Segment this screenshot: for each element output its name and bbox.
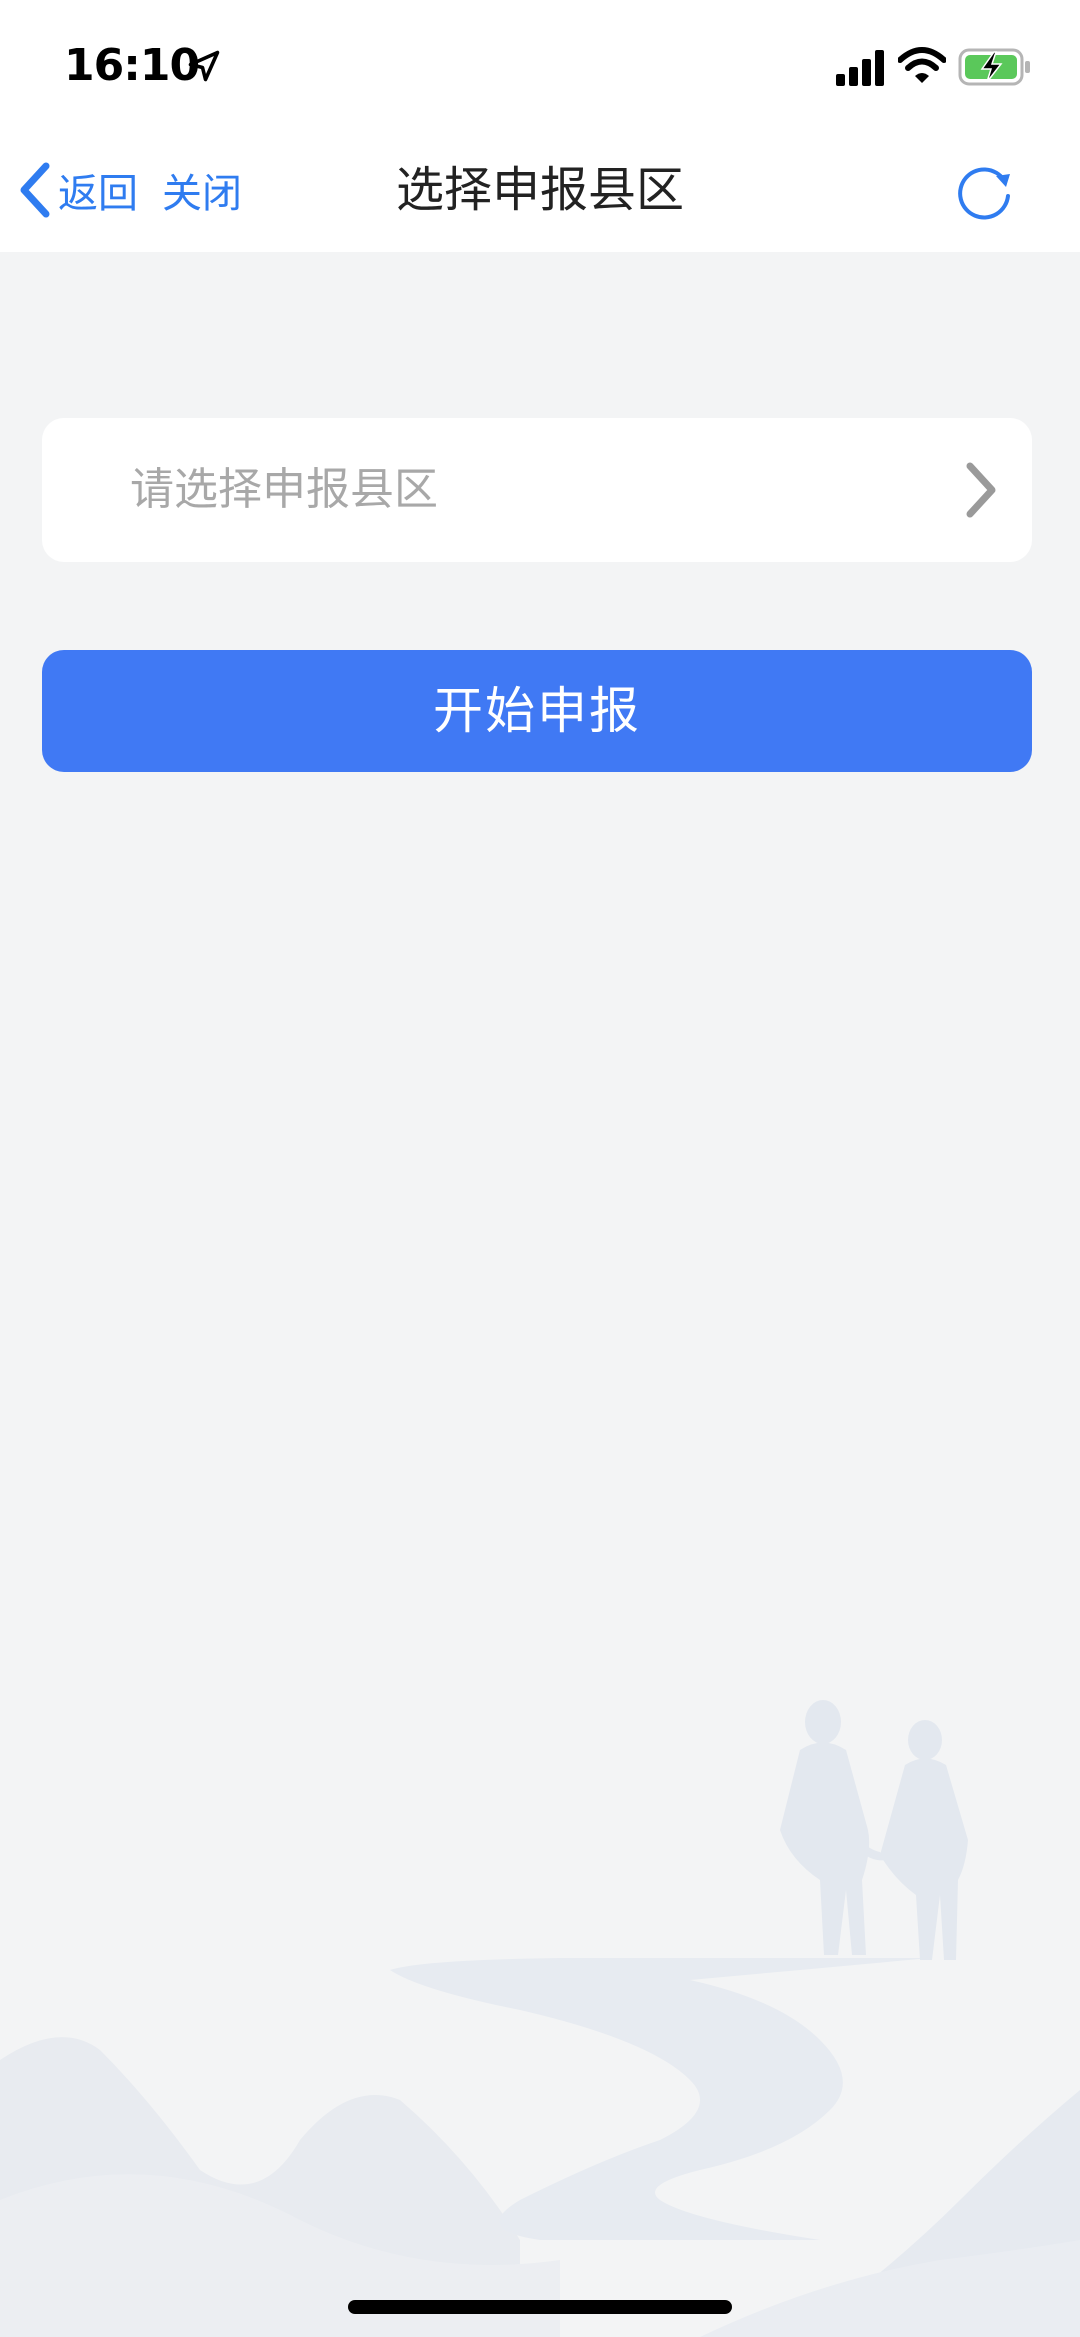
status-time: 16:10 (64, 40, 200, 91)
location-arrow-icon (188, 50, 220, 82)
wifi-icon (898, 47, 946, 83)
refresh-icon[interactable] (952, 160, 1018, 226)
start-report-button[interactable]: 开始申报 (42, 650, 1032, 772)
nav-bar: 返回 关闭 选择申报县区 (0, 130, 1080, 252)
page-title: 选择申报县区 (395, 162, 684, 218)
screen: 16:10 返回 关闭 选择申报县区 请选择申报县区 开始申报 (0, 0, 1080, 2337)
background-illustration (0, 1700, 1080, 2337)
cellular-signal-icon (836, 50, 884, 86)
district-selector[interactable]: 请选择申报县区 (42, 418, 1032, 562)
district-placeholder: 请选择申报县区 (130, 464, 438, 515)
status-bar: 16:10 (0, 0, 1080, 130)
home-indicator[interactable] (348, 2300, 732, 2314)
battery-charging-icon (958, 48, 1030, 86)
chevron-right-icon (966, 462, 996, 518)
